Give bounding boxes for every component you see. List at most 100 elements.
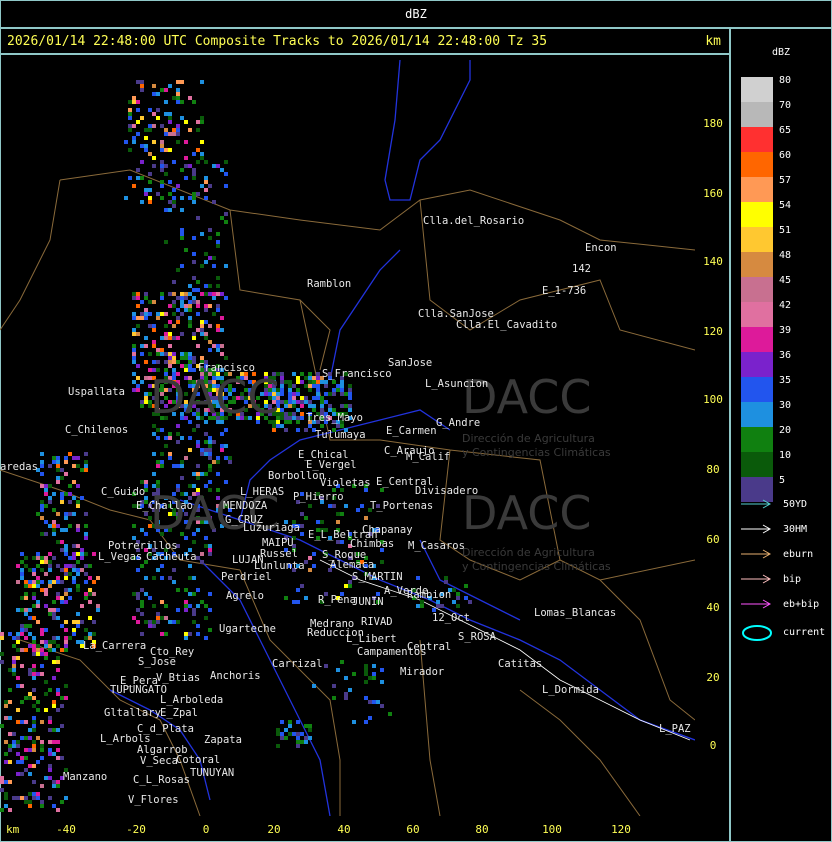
echo-pixel (84, 628, 88, 632)
echo-pixel (144, 128, 148, 132)
echo-pixel (280, 372, 284, 376)
legend-value: 36 (779, 350, 792, 361)
echo-pixel (24, 648, 28, 652)
echo-pixel (0, 776, 4, 780)
echo-pixel (340, 404, 344, 408)
place-label: Catitas (498, 658, 543, 670)
echo-pixel (32, 644, 36, 648)
echo-pixel (52, 784, 56, 788)
echo-pixel (192, 336, 196, 340)
place-label: 142 (572, 263, 591, 275)
legend-value: 35 (779, 375, 792, 386)
echo-pixel (172, 324, 176, 328)
echo-pixel (28, 632, 32, 636)
echo-pixel (76, 640, 80, 644)
echo-pixel (320, 380, 324, 384)
echo-pixel (180, 460, 184, 464)
echo-pixel (96, 608, 100, 612)
echo-pixel (140, 344, 144, 348)
echo-pixel (24, 720, 28, 724)
echo-pixel (84, 468, 88, 472)
echo-pixel (36, 576, 40, 580)
arrow-icon (741, 499, 772, 509)
echo-pixel (16, 676, 20, 680)
echo-pixel (52, 580, 56, 584)
echo-pixel (224, 184, 228, 188)
echo-pixel (4, 804, 8, 808)
echo-pixel (168, 180, 172, 184)
echo-pixel (48, 648, 52, 652)
x-tick-label: -40 (56, 823, 76, 836)
legend-value: 54 (779, 200, 792, 211)
echo-pixel (48, 740, 52, 744)
echo-pixel (176, 124, 180, 128)
echo-pixel (144, 360, 148, 364)
echo-pixel (192, 540, 196, 544)
echo-pixel (204, 432, 208, 436)
echo-pixel (60, 568, 64, 572)
echo-pixel (276, 424, 280, 428)
echo-pixel (92, 580, 96, 584)
echo-pixel (152, 344, 156, 348)
echo-pixel (308, 728, 312, 732)
echo-pixel (56, 688, 60, 692)
echo-pixel (60, 540, 64, 544)
watermark-logo: DACC (150, 370, 280, 424)
echo-pixel (136, 596, 140, 600)
echo-pixel (36, 584, 40, 588)
echo-pixel (184, 304, 188, 308)
echo-pixel (44, 708, 48, 712)
echo-pixel (444, 580, 448, 584)
echo-pixel (168, 112, 172, 116)
echo-pixel (332, 392, 336, 396)
echo-pixel (168, 120, 172, 124)
echo-pixel (52, 460, 56, 464)
echo-pixel (200, 232, 204, 236)
echo-pixel (56, 524, 60, 528)
echo-pixel (368, 700, 372, 704)
echo-pixel (200, 120, 204, 124)
echo-pixel (216, 328, 220, 332)
echo-pixel (24, 584, 28, 588)
y-tick-label: 180 (703, 117, 723, 130)
echo-pixel (280, 400, 284, 404)
echo-pixel (172, 200, 176, 204)
echo-pixel (56, 708, 60, 712)
echo-pixel (156, 436, 160, 440)
echo-pixel (156, 108, 160, 112)
echo-pixel (160, 576, 164, 580)
echo-pixel (296, 600, 300, 604)
echo-pixel (156, 428, 160, 432)
echo-pixel (160, 144, 164, 148)
place-label: Encon (585, 242, 617, 254)
echo-pixel (180, 312, 184, 316)
echo-pixel (304, 384, 308, 388)
echo-pixel (164, 88, 168, 92)
echo-pixel (20, 736, 24, 740)
echo-pixel (196, 128, 200, 132)
echo-pixel (196, 328, 200, 332)
echo-pixel (32, 716, 36, 720)
echo-pixel (288, 404, 292, 408)
place-label: S_Jose (138, 656, 176, 668)
echo-pixel (136, 608, 140, 612)
echo-pixel (16, 796, 20, 800)
radar-map[interactable]: DACC DACC DACC DACC Dirección de Agricul… (0, 54, 695, 816)
echo-pixel (296, 416, 300, 420)
echo-pixel (192, 296, 196, 300)
echo-pixel (176, 620, 180, 624)
place-label: V_Btias (156, 672, 201, 684)
place-label: E_Carmen (386, 425, 437, 437)
echo-pixel (180, 464, 184, 468)
echo-pixel (88, 564, 92, 568)
echo-pixel (84, 592, 88, 596)
place-label: L_Vegas (98, 551, 143, 563)
echo-pixel (280, 412, 284, 416)
echo-pixel (48, 608, 52, 612)
echo-pixel (20, 632, 24, 636)
echo-pixel (140, 600, 144, 604)
echo-pixel (40, 504, 44, 508)
echo-pixel (16, 564, 20, 568)
echo-pixel (12, 744, 16, 748)
echo-pixel (380, 560, 384, 564)
